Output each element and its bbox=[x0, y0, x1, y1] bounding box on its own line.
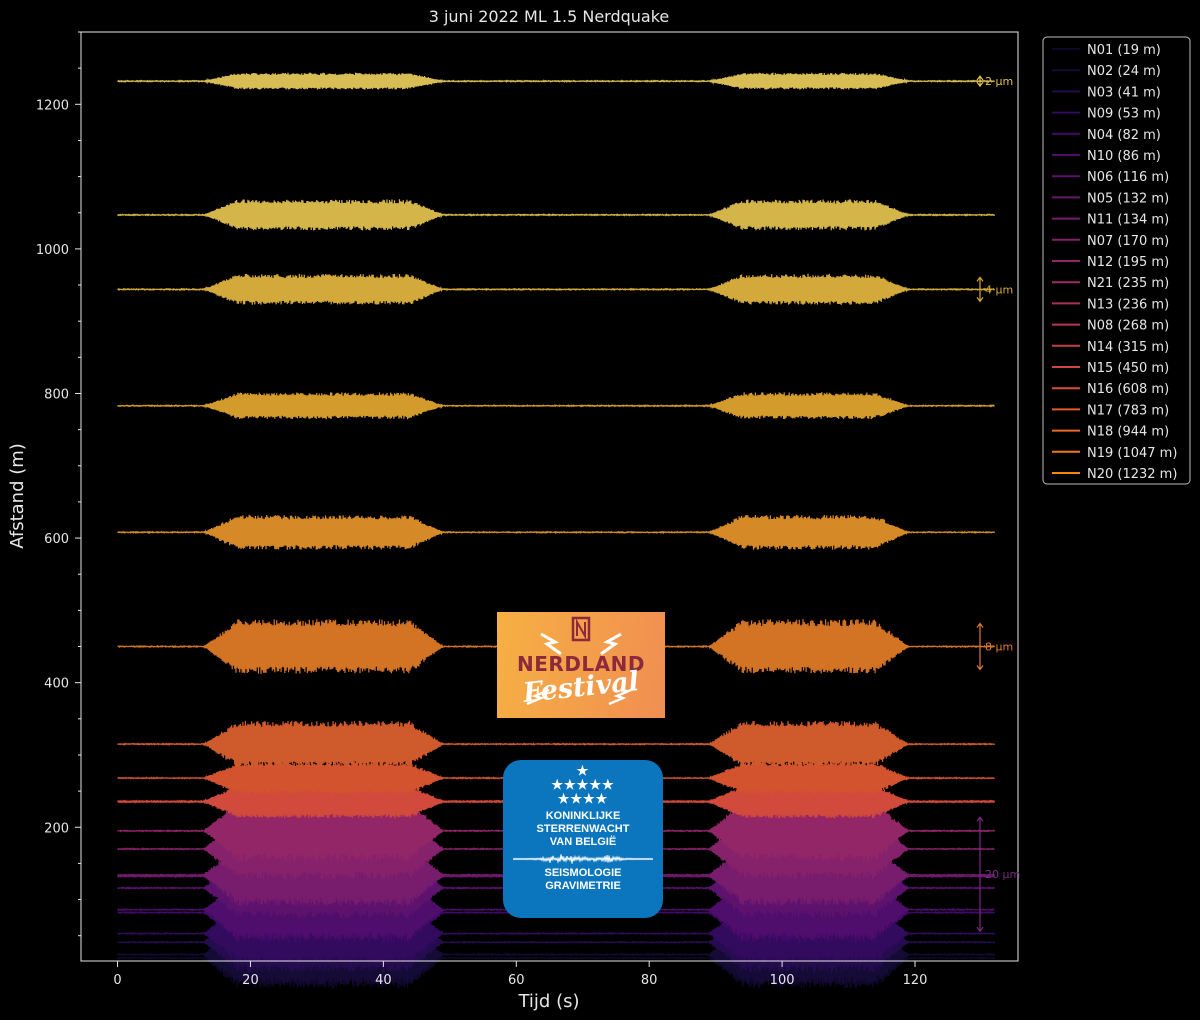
legend-entry: N14 (315 m) bbox=[1087, 340, 1169, 355]
x-axis-label: Tijd (s) bbox=[517, 991, 579, 1012]
legend-entry: N19 (1047 m) bbox=[1087, 446, 1177, 461]
ksb-logo: ★ ★★★★★ ★★★★ KONINKLIJKE STERRENWACHT VA… bbox=[503, 760, 663, 918]
legend-entry: N12 (195 m) bbox=[1087, 255, 1169, 270]
legend-entry: N08 (268 m) bbox=[1087, 319, 1169, 334]
legend-entry: N03 (41 m) bbox=[1087, 85, 1161, 100]
legend-entry: N11 (134 m) bbox=[1087, 213, 1169, 228]
y-tick-label: 1000 bbox=[36, 243, 69, 258]
legend-entry: N07 (170 m) bbox=[1087, 234, 1169, 249]
legend-entry: N13 (236 m) bbox=[1087, 297, 1169, 312]
y-tick-label: 200 bbox=[44, 821, 69, 836]
nerdland-festival-logo: NERDLAND Festival bbox=[497, 612, 665, 718]
y-tick-label: 1200 bbox=[36, 98, 69, 113]
ksb-name-line: VAN BELGIË bbox=[549, 836, 617, 848]
y-tick-label: 600 bbox=[44, 532, 69, 547]
x-tick-label: 100 bbox=[770, 973, 795, 988]
ksb-name-line: STERRENWACHT bbox=[536, 823, 630, 835]
legend-entry: N17 (783 m) bbox=[1087, 403, 1169, 418]
x-tick-label: 20 bbox=[242, 973, 259, 988]
ksb-star-row: ★ bbox=[576, 763, 590, 778]
seismogram-icon bbox=[513, 854, 653, 864]
scale-bar-label: 4 µm bbox=[985, 283, 1013, 296]
scale-bar-label: 20 µm bbox=[985, 868, 1020, 881]
legend-entry: N01 (19 m) bbox=[1087, 43, 1161, 58]
legend-entry: N02 (24 m) bbox=[1087, 64, 1161, 79]
legend-entry: N05 (132 m) bbox=[1087, 191, 1169, 206]
legend-entry: N15 (450 m) bbox=[1087, 361, 1169, 376]
legend-entry: N21 (235 m) bbox=[1087, 276, 1169, 291]
y-axis-label: Afstand (m) bbox=[7, 443, 28, 549]
x-tick-label: 0 bbox=[113, 973, 121, 988]
star-icon: ★ ★★★★★ ★★★★ bbox=[503, 760, 663, 806]
x-tick-label: 120 bbox=[903, 973, 928, 988]
chart-title: 3 juni 2022 ML 1.5 Nerdquake bbox=[429, 7, 670, 26]
y-tick-label: 800 bbox=[44, 387, 69, 402]
legend-entry: N18 (944 m) bbox=[1087, 425, 1169, 440]
x-tick-label: 80 bbox=[641, 973, 658, 988]
ksb-star-row: ★★★★★ bbox=[551, 777, 615, 792]
legend-entry: N20 (1232 m) bbox=[1087, 467, 1177, 482]
ksb-name: KONINKLIJKE STERRENWACHT VAN BELGIË bbox=[503, 810, 663, 849]
legend-entry: N10 (86 m) bbox=[1087, 149, 1161, 164]
scale-bar-label: 2 µm bbox=[985, 75, 1013, 88]
legend-entry: N04 (82 m) bbox=[1087, 128, 1161, 143]
legend-entry: N09 (53 m) bbox=[1087, 107, 1161, 122]
ksb-department: SEISMOLOGIE GRAVIMETRIE bbox=[503, 867, 663, 893]
legend-entry: N06 (116 m) bbox=[1087, 170, 1169, 185]
legend: N01 (19 m) N02 (24 m) N03 (41 m) N09 (53 m)… bbox=[1042, 36, 1191, 485]
ksb-name-line: KONINKLIJKE bbox=[545, 810, 621, 822]
ksb-dept-line: GRAVIMETRIE bbox=[545, 880, 621, 892]
y-tick-label: 400 bbox=[44, 677, 69, 692]
ksb-star-row: ★★★★ bbox=[557, 791, 609, 806]
x-tick-label: 60 bbox=[508, 973, 525, 988]
ksb-dept-line: SEISMOLOGIE bbox=[544, 867, 622, 879]
legend-entry: N16 (608 m) bbox=[1087, 382, 1169, 397]
x-tick-label: 40 bbox=[375, 973, 392, 988]
scale-bar-label: 8 µm bbox=[985, 641, 1013, 654]
